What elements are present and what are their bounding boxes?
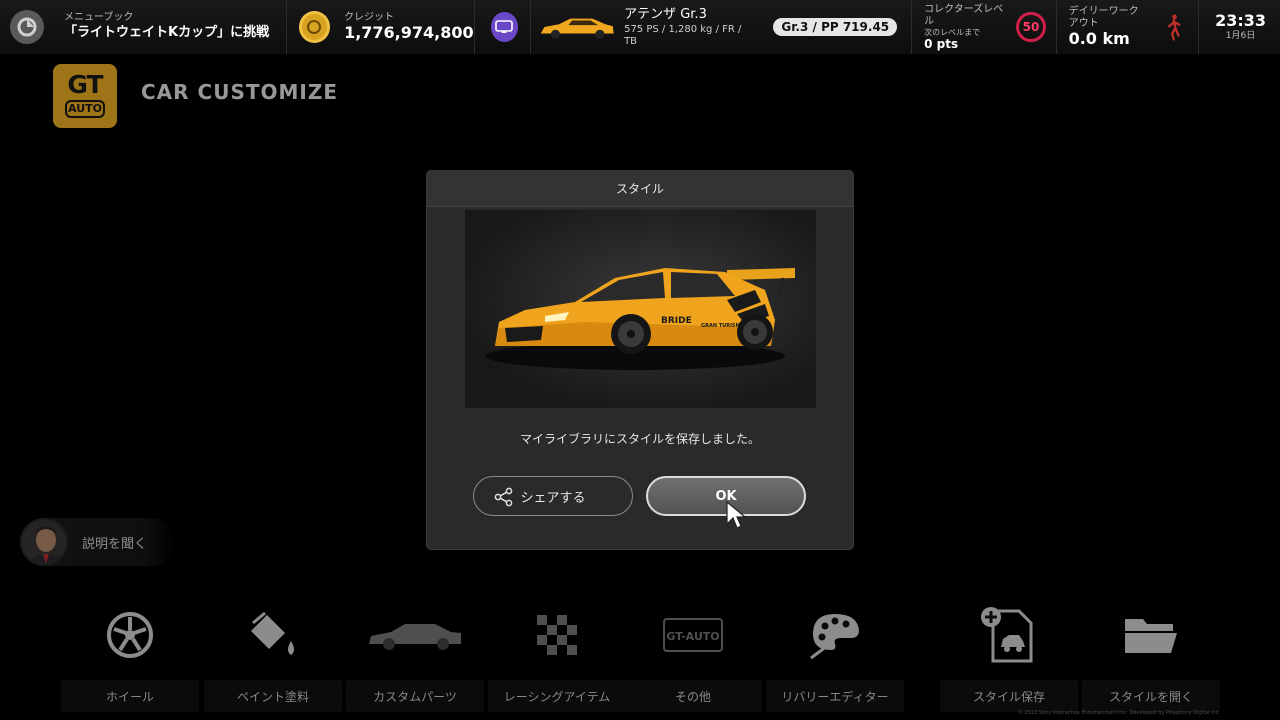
collector-level-section[interactable]: コレクターズレベル 次のレベルまで 0 pts 50 [912, 0, 1057, 54]
dialog-title: スタイル [427, 171, 853, 207]
credits-section: クレジット 1,776,974,800 [287, 0, 475, 54]
ticket-section[interactable] [475, 0, 531, 54]
clock-time: 23:33 [1215, 11, 1266, 30]
daily-workout-section[interactable]: デイリーワークアウト 0.0 km [1057, 0, 1200, 54]
mouse-cursor-icon [726, 500, 747, 529]
pp-badge: Gr.3 / PP 719.45 [773, 18, 898, 36]
menu-book-section[interactable]: メニューブック 「ライトウェイトKカップ」に挑戦 [0, 0, 287, 54]
collector-sub: 次のレベルまで [924, 27, 981, 37]
collector-level-badge: 50 [1016, 12, 1046, 42]
clock-date: 1月6日 [1225, 31, 1256, 41]
collector-label: コレクターズレベル [924, 3, 1004, 27]
gt-logo-icon[interactable] [10, 10, 44, 44]
collector-pts: 0 pts [924, 36, 959, 51]
car-name: アテンザ Gr.3 [624, 7, 707, 22]
credits-coin-icon [298, 11, 331, 43]
top-status-bar: メニューブック 「ライトウェイトKカップ」に挑戦 クレジット 1,776,974… [0, 0, 1280, 54]
share-label: シェアする [520, 490, 586, 506]
car-decal-bride: BRIDE [661, 316, 692, 326]
workout-label: デイリーワークアウト [1068, 6, 1139, 29]
share-icon [494, 487, 513, 507]
style-saved-dialog: スタイル BRIDE GRAN TURISMO マイライブラリにスタイルを保存し… [427, 171, 853, 549]
car-style-preview: BRIDE GRAN TURISMO [465, 210, 816, 408]
current-car-section[interactable]: アテンザ Gr.3 575 PS / 1,280 kg / FR / TB Gr… [531, 0, 913, 54]
menu-book-value: 「ライトウェイトKカップ」に挑戦 [64, 25, 270, 40]
runner-icon [1168, 14, 1181, 41]
credits-value: 1,776,974,800 [344, 23, 474, 42]
ticket-icon[interactable] [490, 12, 518, 42]
menu-book-label: メニューブック [64, 12, 134, 23]
workout-value: 0.0 km [1068, 29, 1130, 48]
car-thumbnail-icon [540, 18, 614, 40]
car-specs: 575 PS / 1,280 kg / FR / TB [624, 24, 742, 47]
clock: 23:33 1月6日 [1199, 12, 1280, 42]
dialog-message: マイライブラリにスタイルを保存しました。 [519, 432, 760, 446]
share-button[interactable]: シェアする [473, 476, 633, 516]
